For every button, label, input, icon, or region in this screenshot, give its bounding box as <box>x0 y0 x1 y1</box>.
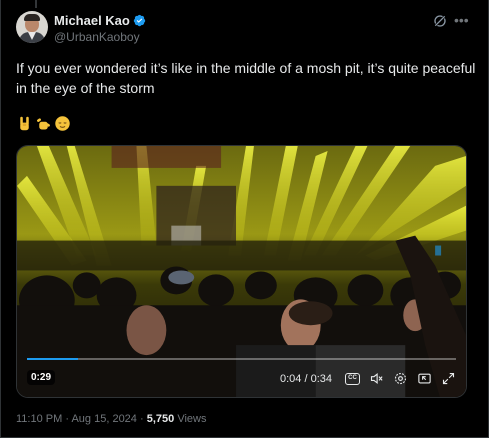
author-display-name[interactable]: Michael Kao <box>54 13 130 28</box>
avatar[interactable] <box>16 11 48 43</box>
closed-captions-icon[interactable]: CC <box>345 372 360 385</box>
relieved-face-emoji <box>55 116 70 131</box>
tweet-card: Michael Kao @UrbanKaoboy ••• If you ever… <box>0 0 489 438</box>
post-emojis <box>16 115 71 132</box>
fullscreen-icon[interactable] <box>441 371 456 386</box>
post-date[interactable]: Aug 15, 2024 <box>71 413 136 425</box>
post-metadata: 11:10 PM · Aug 15, 2024 · 5,750 Views <box>16 413 206 425</box>
views-count: 5,750 <box>146 413 175 425</box>
author-name-row[interactable]: Michael Kao <box>54 13 146 28</box>
sign-of-horns-emoji <box>20 116 29 131</box>
thread-connector <box>35 0 37 8</box>
video-player[interactable]: 0:29 0:04 / 0:34 CC <box>16 145 467 398</box>
post-text: If you ever wondered it’s like in the mi… <box>16 60 476 96</box>
call-me-hand-emoji <box>37 118 50 130</box>
verified-badge-icon <box>133 14 146 27</box>
grok-icon[interactable] <box>432 13 448 29</box>
settings-gear-icon[interactable] <box>393 371 408 386</box>
video-progress-bar[interactable] <box>27 358 456 360</box>
video-progress-fill <box>27 358 79 360</box>
picture-in-picture-icon[interactable] <box>417 371 432 386</box>
volume-muted-icon[interactable] <box>369 371 384 386</box>
author-handle[interactable]: @UrbanKaoboy <box>54 30 140 44</box>
views-label: Views <box>177 413 207 425</box>
post-time[interactable]: 11:10 PM <box>16 413 62 425</box>
video-duration-badge: 0:29 <box>27 370 56 385</box>
video-elapsed-time: 0:04 / 0:34 <box>280 372 332 385</box>
video-controls: 0:04 / 0:34 CC <box>280 371 456 386</box>
concert-video-frame[interactable] <box>17 146 466 398</box>
meta-separator: · <box>139 413 144 425</box>
more-options-icon[interactable]: ••• <box>454 12 469 28</box>
meta-separator: · <box>65 413 70 425</box>
